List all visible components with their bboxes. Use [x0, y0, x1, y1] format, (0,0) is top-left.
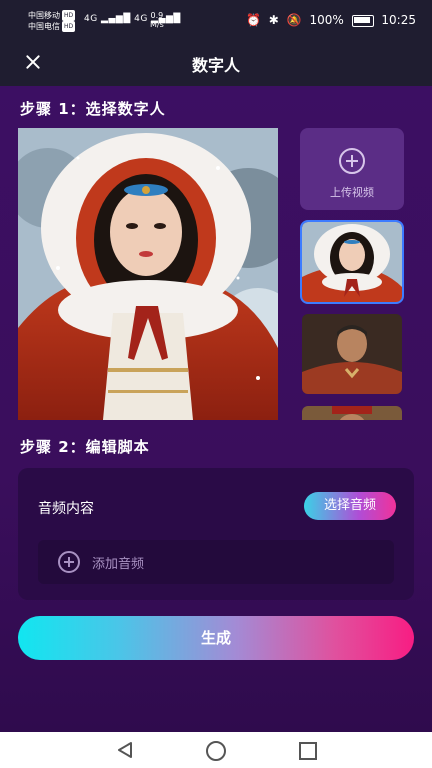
avatar-thumbnail-image	[302, 222, 402, 302]
carrier1-label: 中国移动	[28, 11, 60, 20]
clock: 10:25	[381, 13, 416, 27]
battery-percent: 100%	[309, 13, 344, 27]
system-nav-bar	[0, 732, 432, 768]
status-right: ⏰ ✱ 🔕 100% 10:25	[242, 13, 416, 27]
triangle-back-icon[interactable]	[116, 741, 134, 759]
avatar-thumbnail-image	[302, 406, 402, 420]
upload-video-button[interactable]: 上传视频	[300, 128, 404, 210]
hd-badge: HD	[62, 10, 76, 21]
status-bar: 中国移动 HD 中国电信 HD 4G ▂▄▆█ 4G ▂▄▆█ 0.9 M/s ⏰ …	[0, 0, 432, 40]
app-header: 数字人	[0, 40, 432, 86]
selected-avatar-preview	[18, 128, 278, 420]
audio-content-title: 音频内容	[38, 501, 94, 517]
step1-label: 步骤 1：选择数字人	[20, 100, 166, 118]
main-content: 步骤 1：选择数字人 上传视频 步骤 2：编辑脚本 音频内容 选择音频 添加音频…	[0, 86, 432, 732]
select-audio-button[interactable]: 选择音频	[304, 492, 396, 520]
plus-circle-icon	[339, 148, 365, 174]
avatar-thumbnail-3[interactable]	[302, 406, 402, 420]
battery-icon	[351, 14, 374, 27]
audio-content-card: 音频内容 选择音频 添加音频	[18, 468, 414, 600]
avatar-thumbnail-image	[302, 314, 402, 394]
step2-label: 步骤 2：编辑脚本	[20, 438, 150, 456]
mute-icon: 🔕	[286, 13, 302, 27]
carrier-info: 中国移动 HD 中国电信 HD	[28, 10, 76, 32]
upload-video-label: 上传视频	[330, 186, 374, 199]
signal-icon: 4G ▂▄▆█ 4G ▂▄▆█	[84, 14, 181, 24]
circle-home-icon[interactable]	[206, 741, 226, 761]
avatar-thumbnail-2[interactable]	[302, 314, 402, 394]
speed-unit: M/s	[150, 20, 164, 29]
network-speed: 0.9 M/s	[150, 11, 164, 29]
plus-circle-icon	[58, 551, 80, 573]
square-recent-icon[interactable]	[299, 742, 317, 760]
hd-badge: HD	[62, 21, 76, 32]
generate-button[interactable]: 生成	[18, 616, 414, 660]
add-audio-button[interactable]: 添加音频	[38, 540, 394, 584]
avatar-portrait-image	[18, 128, 278, 420]
add-audio-label: 添加音频	[92, 557, 145, 572]
page-title: 数字人	[191, 56, 240, 75]
carrier2-label: 中国电信	[28, 22, 60, 31]
alarm-icon: ⏰	[245, 13, 261, 27]
bluetooth-icon: ✱	[268, 13, 279, 27]
avatar-list: 上传视频	[300, 128, 406, 420]
speed-value: 0.9	[150, 11, 164, 20]
avatar-thumbnail-1[interactable]	[300, 220, 404, 304]
